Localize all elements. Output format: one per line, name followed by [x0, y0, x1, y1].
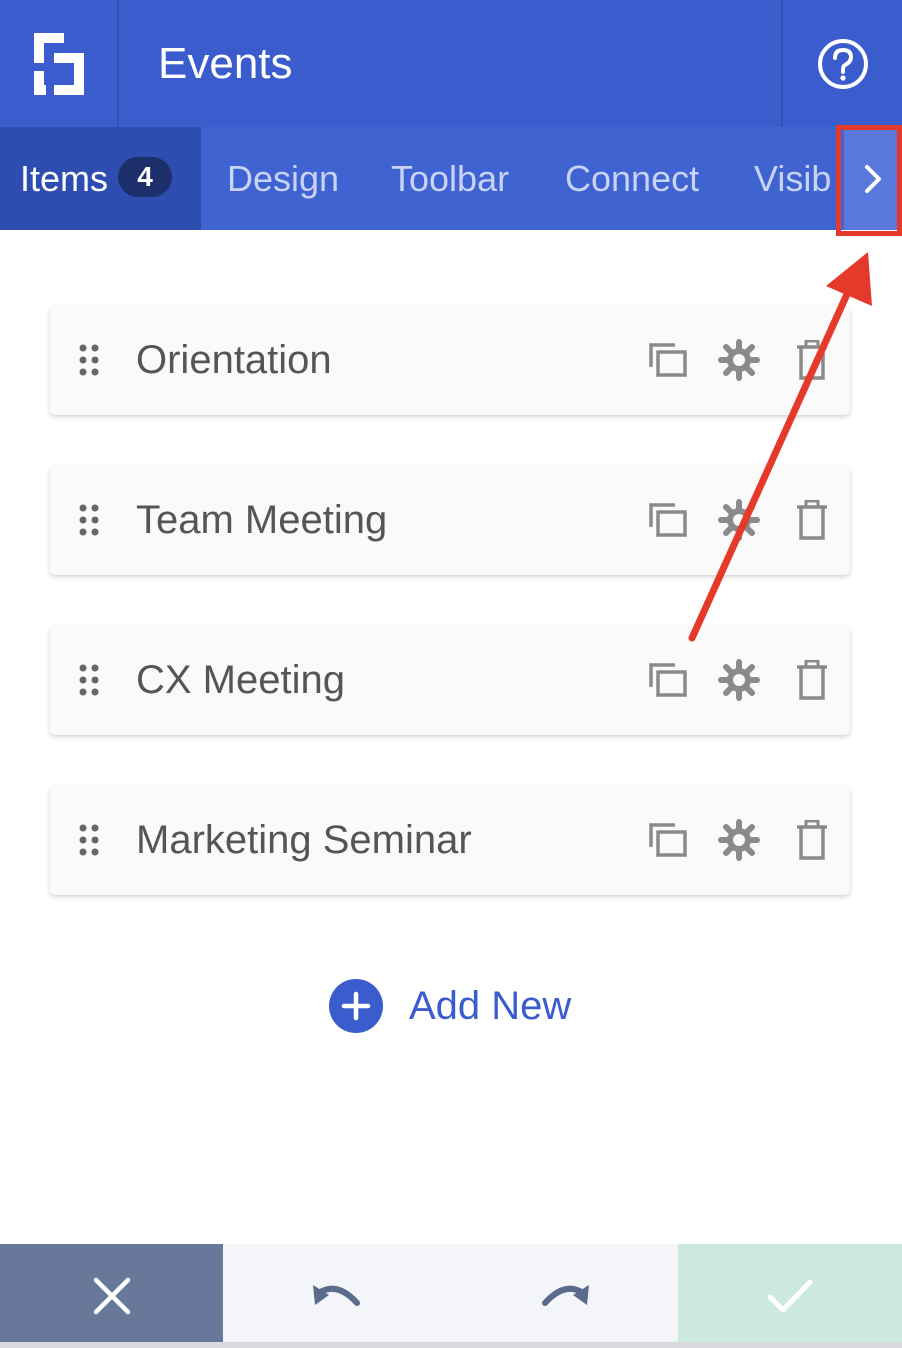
- delete-button[interactable]: [790, 498, 834, 542]
- delete-button[interactable]: [790, 658, 834, 702]
- brand-logo-icon: [33, 32, 84, 95]
- tab-bar: Items 4 Design Toolbar Connect Visib: [0, 127, 902, 230]
- duplicate-button[interactable]: [646, 498, 690, 542]
- drag-handle-icon[interactable]: [78, 343, 102, 377]
- delete-button[interactable]: [790, 818, 834, 862]
- list-item-label: CX Meeting: [136, 658, 345, 702]
- list-item[interactable]: CX Meeting: [50, 625, 850, 735]
- plus-circle-icon: [329, 979, 383, 1033]
- annotation-highlight-box: [836, 125, 902, 236]
- cancel-button[interactable]: [0, 1244, 223, 1348]
- add-new-label: Add New: [409, 983, 572, 1028]
- duplicate-icon: [649, 343, 687, 377]
- tab-visibility[interactable]: Visib: [754, 127, 831, 230]
- redo-icon: [541, 1285, 589, 1306]
- list-item-label: Orientation: [136, 338, 332, 382]
- settings-button[interactable]: [717, 818, 761, 862]
- gear-icon: [718, 659, 760, 701]
- tab-connect[interactable]: Connect: [565, 127, 699, 230]
- drag-handle-icon[interactable]: [78, 503, 102, 537]
- duplicate-button[interactable]: [646, 818, 690, 862]
- undo-icon: [313, 1285, 360, 1306]
- logo-button[interactable]: [0, 0, 119, 127]
- duplicate-icon: [649, 663, 687, 697]
- list-item[interactable]: Orientation: [50, 305, 850, 415]
- tab-items[interactable]: Items 4: [0, 127, 201, 230]
- trash-icon: [797, 340, 827, 380]
- drag-handle-icon[interactable]: [78, 823, 102, 857]
- help-circle-icon: [817, 38, 868, 89]
- trash-icon: [797, 660, 827, 700]
- duplicate-icon: [649, 823, 687, 857]
- trash-icon: [797, 820, 827, 860]
- tab-design[interactable]: Design: [227, 127, 339, 230]
- duplicate-icon: [649, 503, 687, 537]
- tab-toolbar[interactable]: Toolbar: [391, 127, 509, 230]
- panel-header: Events: [0, 0, 902, 127]
- check-icon: [767, 1279, 813, 1313]
- help-button[interactable]: [781, 0, 902, 127]
- list-item-label: Marketing Seminar: [136, 818, 472, 862]
- undo-button[interactable]: [223, 1244, 451, 1348]
- settings-button[interactable]: [717, 658, 761, 702]
- duplicate-button[interactable]: [646, 338, 690, 382]
- list-item[interactable]: Team Meeting: [50, 465, 850, 575]
- confirm-button[interactable]: [678, 1244, 902, 1348]
- settings-button[interactable]: [717, 338, 761, 382]
- gear-icon: [718, 819, 760, 861]
- delete-button[interactable]: [790, 338, 834, 382]
- page-title: Events: [158, 39, 293, 88]
- duplicate-button[interactable]: [646, 658, 690, 702]
- trash-icon: [797, 500, 827, 540]
- list-item-label: Team Meeting: [136, 498, 388, 542]
- drag-handle-icon[interactable]: [78, 663, 102, 697]
- gear-icon: [718, 339, 760, 381]
- items-count-badge: 4: [118, 157, 173, 198]
- list-item[interactable]: Marketing Seminar: [50, 785, 850, 895]
- gear-icon: [718, 499, 760, 541]
- close-icon: [93, 1277, 130, 1315]
- settings-button[interactable]: [717, 498, 761, 542]
- bottom-edge: [0, 1342, 902, 1348]
- redo-button[interactable]: [451, 1244, 678, 1348]
- tab-items-label: Items: [20, 158, 109, 199]
- footer-toolbar: [0, 1244, 902, 1348]
- add-new-button[interactable]: Add New: [328, 978, 571, 1034]
